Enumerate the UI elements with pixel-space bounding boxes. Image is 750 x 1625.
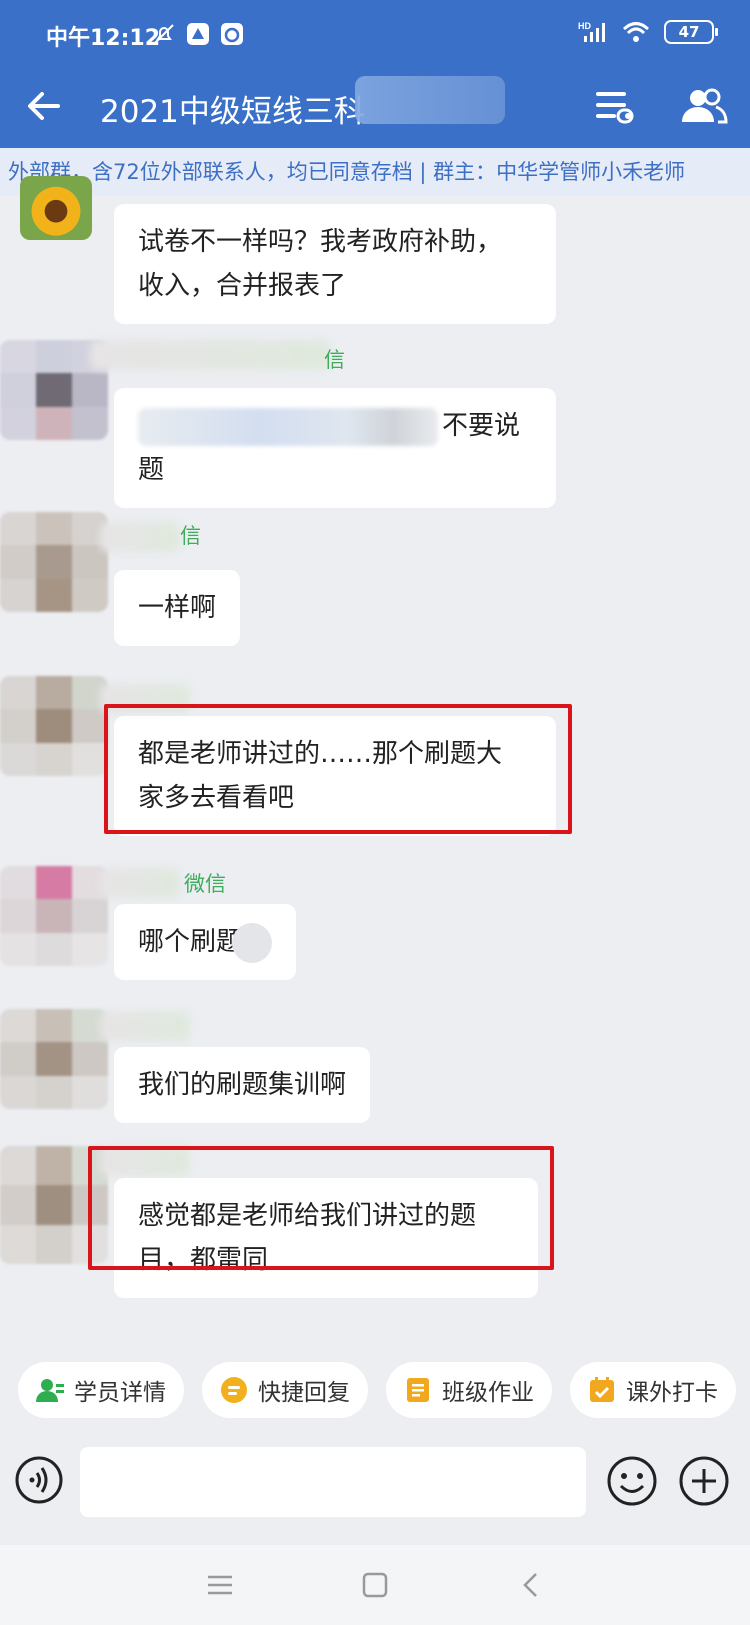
message-line: 题 <box>138 455 165 485</box>
wecom-notification-icon <box>221 23 243 45</box>
add-more-icon[interactable] <box>678 1455 730 1507</box>
emoji-icon[interactable] <box>606 1455 658 1507</box>
back-arrow-icon[interactable] <box>20 82 68 130</box>
status-time: 中午12:12 <box>46 26 161 51</box>
message-bubble[interactable]: 哪个刷题 <box>114 904 297 980</box>
blurred-avatar[interactable] <box>0 512 108 612</box>
sunflower-avatar[interactable] <box>20 176 92 240</box>
quick-reply-icon <box>221 1377 247 1403</box>
redacted-text-blur <box>138 407 438 446</box>
redacted-title-blur <box>355 76 505 124</box>
chat-settings-icon[interactable] <box>590 82 638 130</box>
message-input[interactable] <box>80 1447 586 1517</box>
wifi-icon <box>622 22 650 42</box>
quick-action-bar: 学员详情 快捷回复 班级作业 课外打卡 <box>0 1345 750 1435</box>
checkin-button[interactable]: 课外打卡 <box>570 1362 736 1418</box>
redacted-sender-blur <box>90 340 330 370</box>
blurred-avatar[interactable] <box>0 1009 108 1109</box>
message-line: 试卷不一样吗？我考政府补助， <box>138 227 503 257</box>
redacted-sender-blur <box>100 522 180 552</box>
group-members-icon[interactable] <box>678 82 730 130</box>
status-right: HD 47 <box>578 20 718 44</box>
message-line: 我们的刷题集训啊 <box>138 1070 347 1100</box>
sender-name-suffix: 信 <box>180 524 201 548</box>
system-nav-bar <box>0 1545 750 1625</box>
chip-label: 班级作业 <box>442 1380 534 1406</box>
sender-name-suffix: 微信 <box>184 872 226 896</box>
app-notification-icon <box>187 23 209 45</box>
message-bubble[interactable]: 我们的刷题集训啊 <box>114 1047 371 1123</box>
blurred-avatar[interactable] <box>0 866 108 966</box>
back-nav-icon[interactable] <box>514 1567 550 1603</box>
signal-icon: HD <box>578 21 605 42</box>
quick-reply-button[interactable]: 快捷回复 <box>202 1362 368 1418</box>
class-homework-button[interactable]: 班级作业 <box>386 1362 552 1418</box>
top-bar: 中午12:12 HD 47 2021中级短线三科 <box>0 0 750 148</box>
chat-header: 2021中级短线三科 <box>0 68 750 148</box>
user-detail-icon <box>36 1379 64 1402</box>
redacted-sender-blur <box>100 1011 190 1041</box>
chip-label: 课外打卡 <box>626 1380 718 1406</box>
voice-input-icon[interactable] <box>14 1455 64 1505</box>
homework-icon <box>407 1378 429 1402</box>
message-bubble[interactable]: 不要说 题 <box>114 388 556 508</box>
group-notice: 外部群，含72位外部联系人，均已同意存档 | 群主：中华学管师小禾老师 <box>0 148 750 196</box>
chip-label: 快捷回复 <box>258 1380 350 1406</box>
student-detail-button[interactable]: 学员详情 <box>18 1362 184 1418</box>
mute-icon <box>154 24 174 44</box>
status-bar: 中午12:12 HD 47 <box>0 0 750 68</box>
message-bubble[interactable]: 试卷不一样吗？我考政府补助， 收入，合并报表了 <box>114 204 556 324</box>
highlight-box <box>88 1146 554 1270</box>
battery-indicator: 47 <box>664 20 718 44</box>
sender-name-suffix: 信 <box>324 348 345 372</box>
message-line: 哪个刷题 <box>138 927 243 957</box>
input-bar <box>0 1435 750 1545</box>
network-type: HD <box>578 21 591 31</box>
checkin-icon <box>590 1377 614 1402</box>
highlight-box <box>104 704 572 834</box>
redacted-text-blur <box>232 922 273 963</box>
message-line: 一样啊 <box>138 593 217 623</box>
blurred-avatar[interactable] <box>0 676 108 776</box>
message-line: 收入，合并报表了 <box>138 271 347 301</box>
redacted-sender-blur <box>100 868 180 898</box>
menu-nav-icon[interactable] <box>202 1567 238 1603</box>
chip-label: 学员详情 <box>74 1380 166 1406</box>
message-bubble[interactable]: 一样啊 <box>114 570 241 646</box>
home-nav-icon[interactable] <box>357 1567 393 1603</box>
message-line: 不要说 <box>442 411 521 441</box>
